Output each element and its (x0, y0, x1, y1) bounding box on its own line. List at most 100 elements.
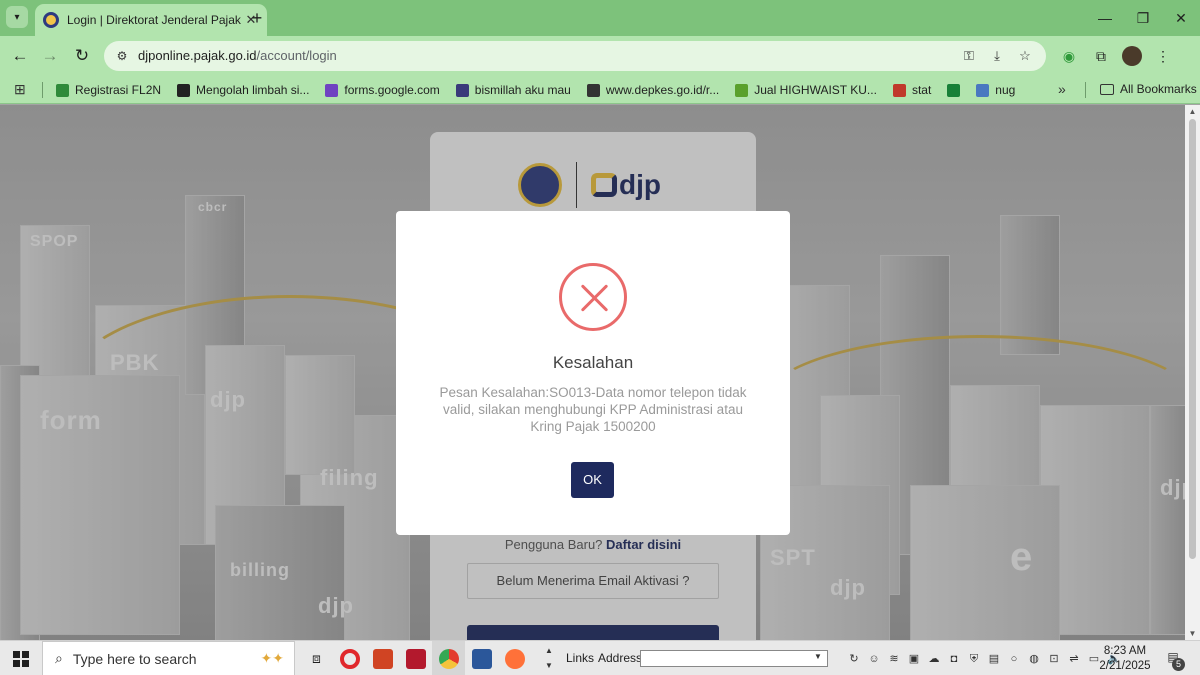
links-toolbar-label[interactable]: Links (566, 651, 594, 665)
windows-taskbar: ⌕ Type here to search ✦✦ ⧈ ▲ ▼ Links Addr… (0, 640, 1200, 675)
shop-icon (735, 83, 749, 97)
dialog-message: Pesan Kesalahan:SO013-Data nomor telepon… (439, 385, 747, 434)
bookmarks-bar: ⊞ Registrasi FL2N Mengolah limbah si... fo… (0, 76, 1200, 104)
url-path: /account/login (256, 48, 337, 63)
shield-tray-icon[interactable]: ⛨ (966, 651, 982, 667)
taskbar-apps: ⧈ (300, 641, 531, 675)
go-refresh-icon[interactable]: ↻ (846, 651, 862, 667)
bookmarks-list: Registrasi FL2N Mengolah limbah si... form… (56, 76, 1015, 104)
display-icon[interactable]: ▣ (906, 651, 922, 667)
key-icon[interactable]: ⚿ (960, 47, 978, 65)
scrollbar-thumb[interactable] (1189, 119, 1196, 559)
bookmarks-divider (1085, 82, 1086, 98)
tab-title: Login | Direktorat Jenderal Pajak (67, 13, 241, 27)
taskbar-scroll-arrows[interactable]: ▲ ▼ (542, 643, 556, 673)
clock-date: 2/21/2025 (1099, 660, 1151, 672)
ok-button[interactable]: OK (571, 462, 614, 498)
onedrive-cloud-icon[interactable]: ☁ (926, 651, 942, 667)
gis-icon (976, 83, 990, 97)
bookmark-label: forms.google.com (344, 83, 440, 97)
wifi-icon[interactable]: ≋ (886, 651, 902, 667)
more-bookmarks-chevron-icon[interactable]: » (1058, 81, 1066, 97)
camera-icon[interactable]: ◘ (946, 651, 962, 667)
url-host: djponline.pajak.go.id (138, 48, 257, 63)
notification-badge: 5 (1172, 658, 1185, 671)
reload-icon[interactable]: ↻ (70, 44, 94, 68)
bookmark-item[interactable]: Registrasi FL2N (56, 83, 161, 97)
app-tray-icon[interactable]: ▤ (986, 651, 1002, 667)
clock-time: 8:23 AM (1103, 645, 1147, 657)
word-icon[interactable] (465, 641, 498, 675)
new-tab-plus-icon[interactable]: + (246, 7, 268, 29)
windows-logo-icon (13, 650, 29, 667)
dialog-title: Kesalahan (552, 353, 634, 372)
k-icon (177, 83, 191, 97)
language-icon[interactable]: ⇌ (1066, 651, 1082, 667)
bookmark-item[interactable]: Mengolah limbah si... (177, 83, 309, 97)
back-arrow-icon[interactable]: ← (8, 44, 32, 68)
minimize-icon[interactable]: — (1086, 0, 1124, 36)
window-close-icon[interactable]: ✕ (1162, 0, 1200, 36)
bookmark-item[interactable]: www.depkes.go.id/r... (586, 83, 720, 97)
all-bookmarks-label: All Bookmarks (1120, 82, 1197, 96)
address-dropdown-icon[interactable]: ▼ (814, 652, 822, 661)
system-clock[interactable]: 8:23 AM 2/21/2025 (1096, 644, 1154, 674)
chrome-icon[interactable] (432, 641, 465, 675)
toolbar-right: ◉ ⧉ ⋮ (1058, 45, 1174, 67)
install-icon[interactable]: ⤓ (988, 47, 1006, 65)
bookmark-label: www.depkes.go.id/r... (605, 83, 720, 97)
nvidia-tray-icon[interactable]: ◍ (1026, 651, 1042, 667)
restore-icon[interactable]: ❐ (1124, 0, 1162, 36)
bookmark-label: stat (911, 83, 932, 97)
bookmark-item[interactable]: Jual HIGHWAIST KU... (735, 83, 877, 97)
powerpoint-icon[interactable] (366, 641, 399, 675)
leaf-icon (56, 83, 69, 97)
copilot-sparkle-icon: ✦✦ (260, 650, 284, 666)
djp-favicon-icon (43, 12, 59, 28)
address-url: djponline.pajak.go.id/account/login (138, 48, 337, 63)
firefox-icon[interactable] (498, 641, 531, 675)
scroll-down-icon[interactable]: ▼ (1188, 629, 1197, 638)
bank-icon (455, 83, 469, 97)
bookmark-label: bismillah aku mau (474, 83, 571, 97)
error-x-icon (559, 263, 627, 331)
emoji-tray-icon[interactable]: ☺ (866, 651, 882, 667)
bookmark-item[interactable]: nug (976, 83, 1015, 97)
opera-icon[interactable] (333, 641, 366, 675)
address-bar[interactable]: ⚙ djponline.pajak.go.id/account/login ⚿ … (104, 41, 1046, 71)
bookmark-item[interactable]: stat (892, 83, 932, 97)
error-dialog: Kesalahan Pesan Kesalahan:SO013-Data nom… (396, 211, 790, 535)
monitor-tray-icon[interactable]: ⊡ (1046, 651, 1062, 667)
taskbar-search[interactable]: ⌕ Type here to search ✦✦ (42, 641, 295, 675)
bookmark-item[interactable]: bismillah aku mau (455, 83, 571, 97)
search-icon: ⌕ (55, 650, 63, 666)
scroll-up-icon[interactable]: ▲ (1188, 107, 1197, 116)
menu-kebab-icon[interactable]: ⋮ (1152, 45, 1174, 67)
bookmark-label: Registrasi FL2N (75, 83, 162, 97)
page-scrollbar[interactable]: ▲ ▼ (1185, 105, 1200, 640)
bookmark-item[interactable]: forms.google.com (325, 83, 440, 97)
tab-search-chevron-icon[interactable]: ▾ (6, 6, 28, 28)
all-bookmarks-button[interactable]: All Bookmarks (1100, 82, 1197, 96)
taskbar-address-input[interactable] (640, 650, 828, 667)
system-tray: ↻ ☺ ≋ ▣ ☁ ◘ ⛨ ▤ ○ ◍ ⊡ ⇌ ▭ 🔈 (846, 641, 1122, 675)
profile-avatar[interactable] (1122, 46, 1142, 66)
opera-tray-icon[interactable]: ○ (1006, 651, 1022, 667)
site-info-icon[interactable]: ⚙ (112, 46, 132, 66)
tab-strip: ▾ Login | Direktorat Jenderal Pajak ✕ + … (0, 0, 1200, 36)
mendeley-icon[interactable] (399, 641, 432, 675)
extensions-puzzle-icon[interactable]: ⧉ (1090, 45, 1112, 67)
sheets-icon (947, 83, 961, 97)
apps-grid-icon[interactable]: ⊞ (14, 81, 30, 97)
forms-icon (325, 83, 339, 97)
star-icon[interactable]: ☆ (1016, 47, 1034, 65)
eye-extension-icon[interactable]: ◉ (1058, 45, 1080, 67)
taskbar-search-placeholder: Type here to search (72, 650, 197, 667)
task-view-icon[interactable]: ⧈ (300, 641, 333, 675)
tab-active[interactable]: Login | Direktorat Jenderal Pajak ✕ (35, 4, 267, 36)
bookmark-label: nug (995, 83, 1016, 97)
forward-arrow-icon[interactable]: → (38, 44, 62, 68)
start-button[interactable] (0, 641, 42, 675)
bookmark-item[interactable] (947, 83, 961, 97)
globe-icon (586, 83, 600, 97)
